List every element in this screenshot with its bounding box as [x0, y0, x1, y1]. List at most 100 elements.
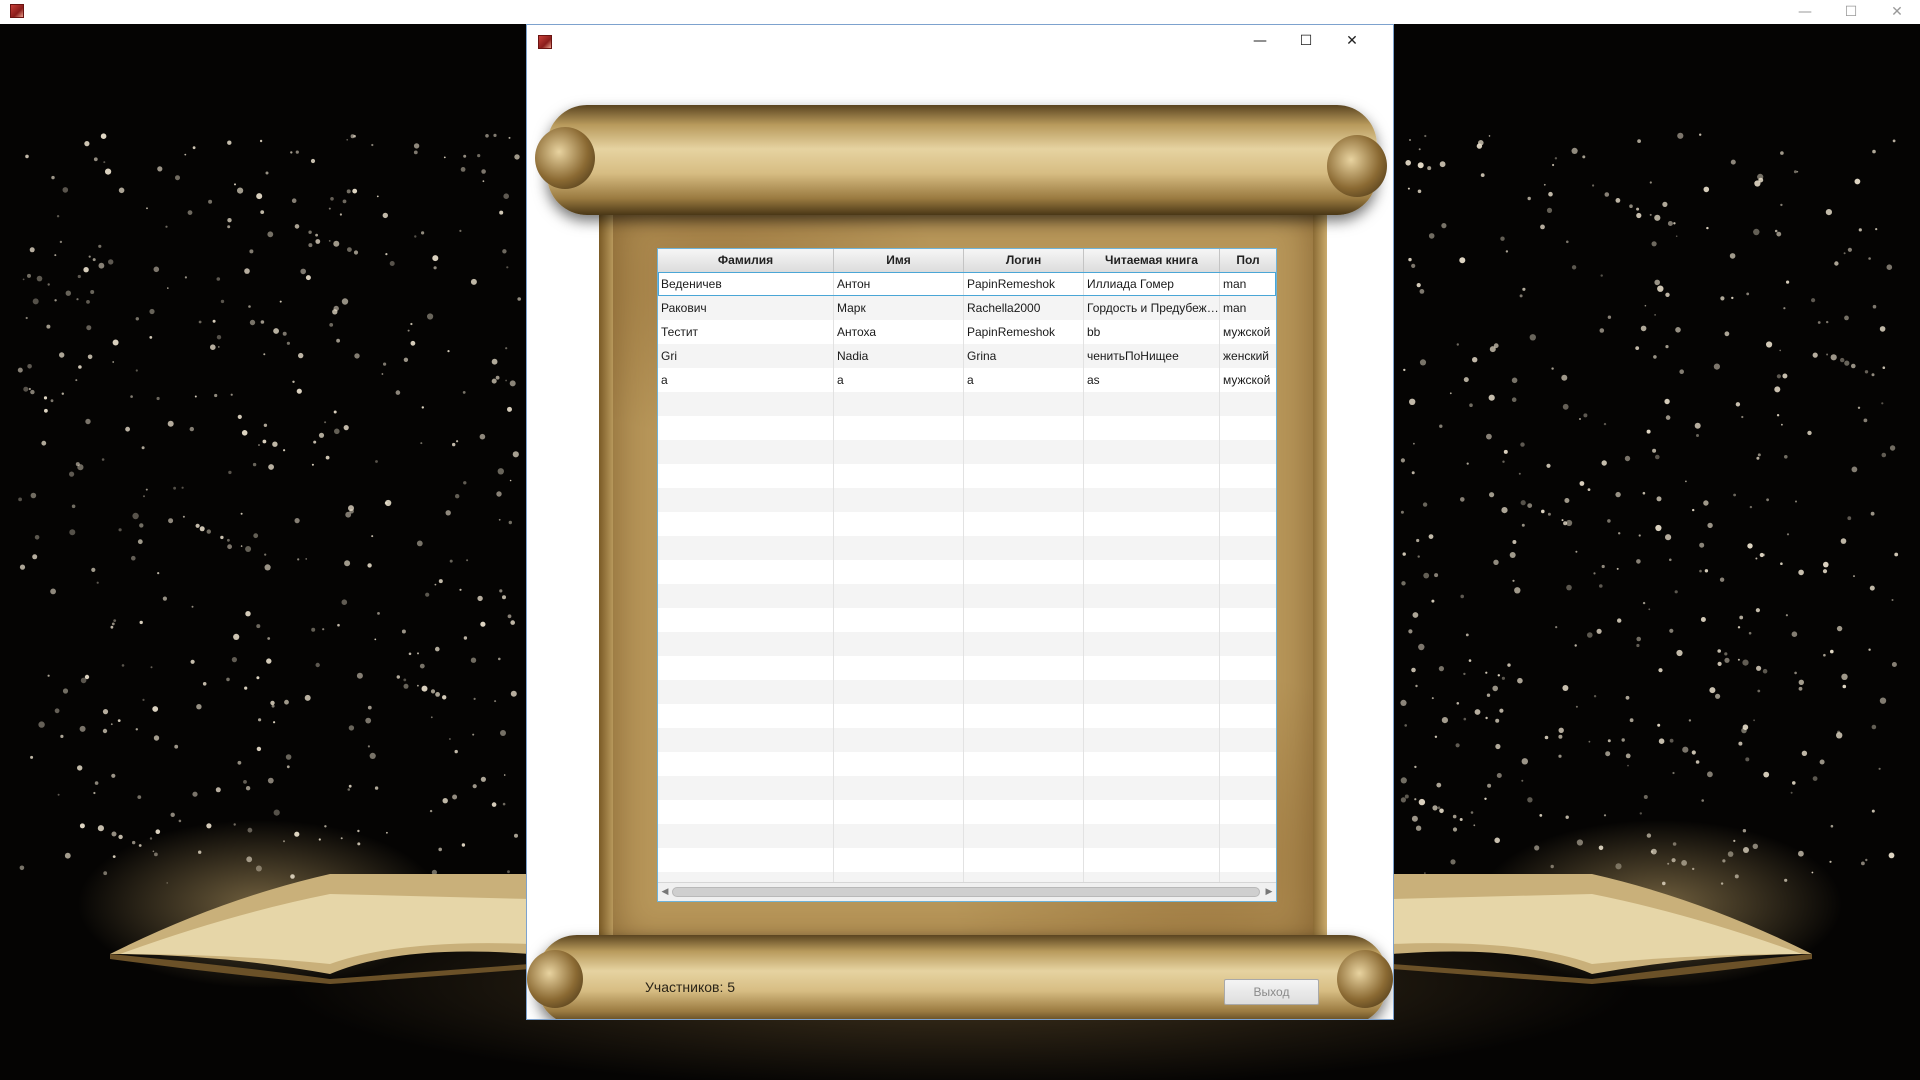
glyph-speck: [1812, 776, 1818, 781]
outer-minimize-button[interactable]: —: [1782, 0, 1828, 24]
table-row-empty[interactable]: [658, 608, 1276, 632]
table-cell: a: [834, 368, 964, 392]
column-header-book[interactable]: Читаемая книга: [1084, 249, 1220, 272]
scroll-right-arrow-icon[interactable]: ▶: [1262, 883, 1276, 901]
table-row[interactable]: a a a as мужской: [658, 368, 1276, 392]
glyph-speck: [202, 682, 207, 686]
glyph-speck: [1400, 458, 1405, 463]
table-cell: bb: [1084, 320, 1220, 344]
glyph-speck: [88, 255, 91, 258]
outer-close-button[interactable]: ✕: [1874, 0, 1920, 24]
table-cell: [964, 776, 1084, 800]
table-row-empty[interactable]: [658, 560, 1276, 584]
glyph-speck: [1624, 455, 1631, 462]
table-row-empty[interactable]: [658, 752, 1276, 776]
table-row-empty[interactable]: [658, 536, 1276, 560]
table-cell: [1084, 536, 1220, 560]
glyph-speck: [1496, 773, 1502, 778]
table-cell: PapinRemeshok: [964, 320, 1084, 344]
table-row-empty[interactable]: [658, 824, 1276, 848]
table-cell: Антон: [834, 272, 964, 296]
glyph-speck: [353, 250, 359, 255]
table-row[interactable]: Gri Nadia Grina ченитьПоНищее женский: [658, 344, 1276, 368]
table-row-empty[interactable]: [658, 584, 1276, 608]
table-cell: [834, 440, 964, 464]
glyph-speck: [1657, 723, 1661, 727]
glyph-speck: [454, 749, 458, 754]
table-cell: [834, 680, 964, 704]
glyph-speck: [1651, 241, 1657, 247]
glyph-speck: [149, 308, 155, 315]
table-cell: [1084, 872, 1220, 882]
glyph-speck: [509, 380, 516, 387]
glyph-speck: [259, 139, 263, 143]
column-header-gender[interactable]: Пол: [1220, 249, 1276, 272]
table-row[interactable]: Тестит Антоха PapinRemeshok bb мужской: [658, 320, 1276, 344]
glyph-speck: [1782, 373, 1788, 379]
table-row-empty[interactable]: [658, 728, 1276, 752]
horizontal-scrollbar[interactable]: ◀ ▶: [658, 882, 1276, 901]
table-row-empty[interactable]: [658, 848, 1276, 872]
glyph-speck: [479, 433, 486, 440]
table-row-empty[interactable]: [658, 464, 1276, 488]
glyph-speck: [1592, 184, 1595, 187]
glyph-speck: [162, 596, 167, 601]
column-header-surname[interactable]: Фамилия: [658, 249, 834, 272]
table-cell: [1220, 680, 1276, 704]
glyph-speck: [189, 426, 194, 432]
table-cell: [834, 560, 964, 584]
column-header-name[interactable]: Имя: [834, 249, 964, 272]
dialog-close-button[interactable]: ✕: [1329, 29, 1375, 53]
scroll-left-arrow-icon[interactable]: ◀: [658, 883, 672, 901]
glyph-speck: [111, 773, 116, 778]
glyph-speck: [417, 684, 419, 687]
glyph-speck: [311, 463, 314, 466]
exit-button[interactable]: Выход: [1224, 979, 1319, 1005]
table-row-empty[interactable]: [658, 416, 1276, 440]
glyph-speck: [328, 240, 331, 242]
outer-maximize-button[interactable]: ☐: [1828, 0, 1874, 24]
glyph-speck: [336, 338, 340, 343]
table-row[interactable]: Веденичев Антон PapinRemeshok Иллиада Гомер…: [658, 272, 1276, 296]
table-row-empty[interactable]: [658, 800, 1276, 824]
glyph-speck: [1485, 716, 1488, 720]
glyph-speck: [512, 451, 519, 458]
glyph-speck: [1431, 697, 1434, 700]
glyph-speck: [442, 798, 448, 804]
glyph-speck: [499, 589, 503, 593]
glyph-speck: [498, 657, 501, 661]
dialog-maximize-button[interactable]: ☐: [1283, 29, 1329, 53]
glyph-speck: [1749, 505, 1753, 509]
scrollbar-thumb[interactable]: [672, 887, 1260, 897]
glyph-speck: [1636, 559, 1641, 564]
table-row-empty[interactable]: [658, 872, 1276, 882]
table-row-empty[interactable]: [658, 440, 1276, 464]
table-row-empty[interactable]: [658, 656, 1276, 680]
glyph-speck: [333, 410, 337, 414]
table-row-empty[interactable]: [658, 776, 1276, 800]
glyph-speck: [410, 322, 413, 326]
glyph-speck: [270, 700, 275, 706]
glyph-speck: [27, 273, 31, 278]
table-row-empty[interactable]: [658, 392, 1276, 416]
glyph-speck: [1411, 667, 1416, 673]
glyph-speck: [502, 249, 507, 254]
table-cell: [834, 824, 964, 848]
glyph-speck: [290, 151, 293, 154]
participants-table[interactable]: Фамилия Имя Логин Читаемая книга Пол Вед…: [657, 248, 1277, 902]
table-row[interactable]: Ракович Марк Rachella2000 Гордость и Предуб…: [658, 296, 1276, 320]
right-open-book-illustration: [1392, 874, 1812, 984]
table-row-empty[interactable]: [658, 632, 1276, 656]
glyph-speck: [1707, 522, 1713, 529]
glyph-speck: [30, 389, 35, 395]
column-header-login[interactable]: Логин: [964, 249, 1084, 272]
glyph-speck: [1730, 159, 1736, 165]
table-row-empty[interactable]: [658, 488, 1276, 512]
table-row-empty[interactable]: [658, 680, 1276, 704]
table-cell: [834, 800, 964, 824]
glyph-speck: [481, 169, 486, 174]
dialog-minimize-button[interactable]: —: [1237, 29, 1283, 53]
table-row-empty[interactable]: [658, 512, 1276, 536]
table-row-empty[interactable]: [658, 704, 1276, 728]
glyph-speck: [226, 677, 230, 682]
